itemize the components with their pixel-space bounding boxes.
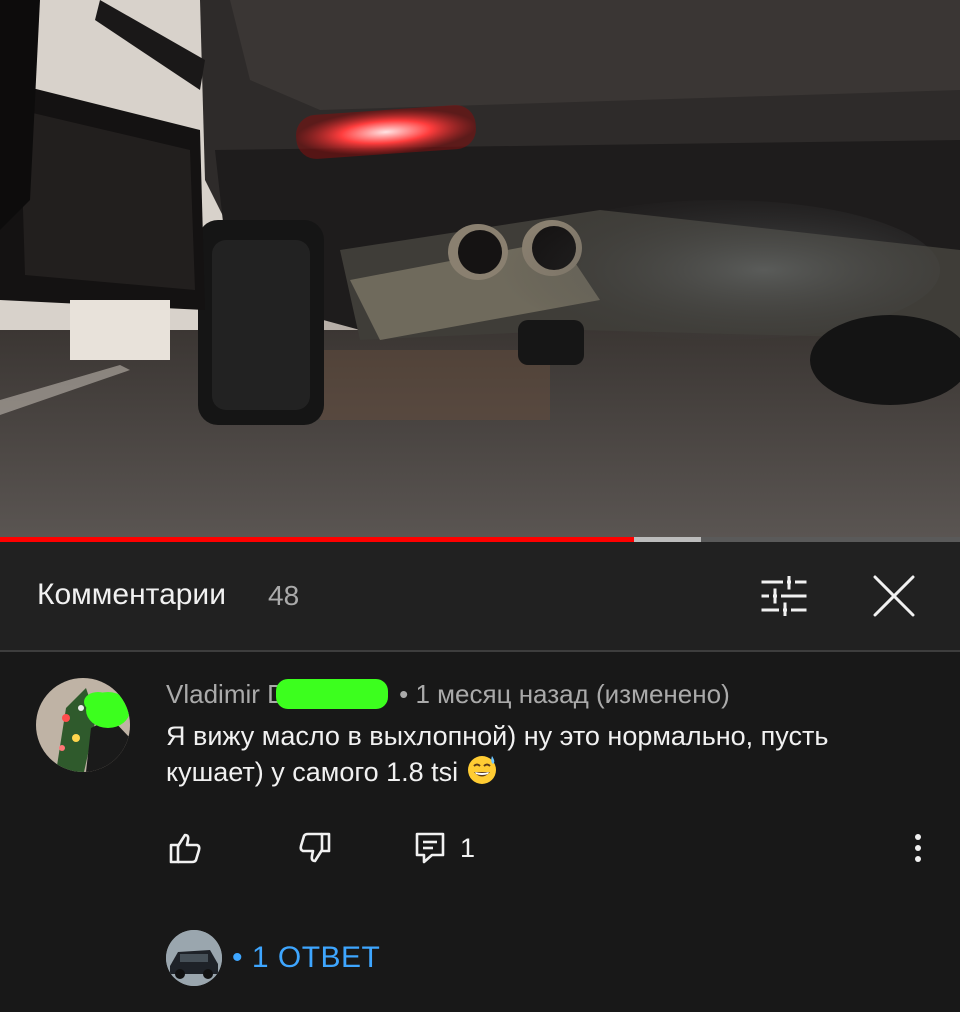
avatar-image: [36, 678, 130, 772]
comment-author-avatar[interactable]: [36, 678, 130, 772]
close-button[interactable]: [864, 566, 924, 626]
view-replies-row[interactable]: • 1 ОТВЕТ: [166, 930, 380, 986]
comment-author-name[interactable]: Vladimir D: [166, 679, 286, 709]
thumbs-up-icon: [169, 833, 201, 864]
replies-count: 1: [460, 832, 476, 863]
redaction-mark: [275, 679, 388, 709]
reply-author-avatar: [166, 930, 222, 986]
comment-text: Я вижу масло в выхлопной) ну это нормаль…: [166, 720, 926, 793]
reply-avatar-image: [166, 930, 222, 986]
comment-meta: Vladimir D • 1 месяц назад (изменено): [166, 679, 730, 710]
app-screen: Комментарии 48 Vladimir D • 1 месяц наза…: [0, 0, 960, 1012]
view-replies-link[interactable]: • 1 ОТВЕТ: [232, 941, 380, 975]
reply-button[interactable]: 1: [414, 828, 475, 868]
comment-reply-icon: [415, 832, 445, 864]
comments-count: 48: [268, 580, 300, 611]
sweat-smile-emoji-icon: [466, 753, 498, 793]
close-icon: [873, 575, 915, 617]
comments-header: Комментарии 48: [0, 542, 960, 650]
sort-filter-icon: [761, 576, 807, 616]
more-vertical-icon: [915, 834, 921, 862]
comments-title: Комментарии: [37, 578, 226, 611]
like-button[interactable]: [168, 828, 202, 868]
video-frame-image: [0, 0, 960, 537]
video-player[interactable]: [0, 0, 960, 537]
more-options-button[interactable]: [904, 828, 932, 868]
thumbs-down-icon: [299, 832, 331, 863]
comment-item: Vladimir D • 1 месяц назад (изменено) Я …: [0, 652, 960, 1012]
sort-filter-button[interactable]: [754, 566, 814, 626]
comment-timestamp: • 1 месяц назад (изменено): [399, 679, 730, 709]
dislike-button[interactable]: [298, 828, 332, 868]
